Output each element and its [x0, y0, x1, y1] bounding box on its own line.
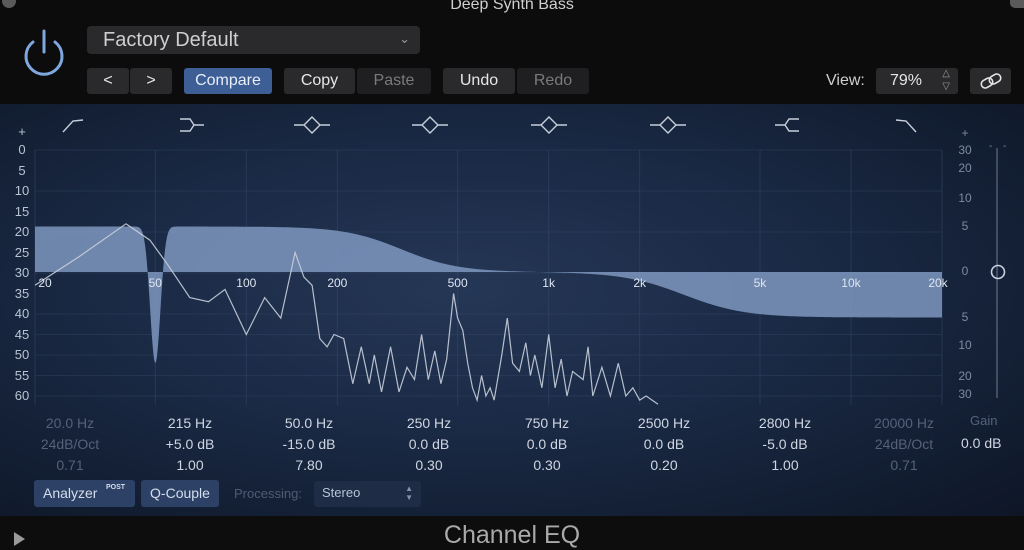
high-cut-icon[interactable]	[895, 119, 917, 133]
eq-scale-tick: 0	[961, 264, 969, 278]
band-freq[interactable]: 20000 Hz	[844, 413, 964, 434]
processing-label: Processing:	[234, 486, 302, 501]
gain-slider-knob	[990, 264, 1006, 280]
processing-select[interactable]: Stereo ▲ ▼	[314, 481, 421, 507]
eq-scale-tick: 30	[958, 143, 972, 157]
band-freq[interactable]: 20.0 Hz	[10, 413, 130, 434]
analyzer-scale-tick: 30	[14, 265, 30, 280]
analyzer-scale-tick: 55	[14, 367, 30, 383]
plugin-name: Channel EQ	[443, 521, 581, 549]
analyzer-scale-tick: 5	[18, 162, 26, 178]
high-shelf-icon[interactable]	[775, 118, 799, 132]
band-q[interactable]: 0.30	[369, 455, 489, 476]
analyzer-scale-tick: 15	[14, 203, 30, 219]
gain-label: Gain	[970, 413, 998, 428]
analyzer-scale-tick: 25	[14, 244, 30, 260]
tick-mark: -	[989, 141, 992, 152]
gain-slider[interactable]: --	[989, 141, 1006, 398]
low-cut-icon[interactable]	[62, 119, 84, 133]
band-freq[interactable]: 50.0 Hz	[249, 413, 369, 434]
tick-mark: -	[1003, 141, 1006, 152]
frequency-tick: 10k	[841, 276, 861, 290]
analyzer-scale-tick: 60	[14, 388, 30, 403]
analyzer-scale-tick: 20	[14, 224, 30, 239]
band-freq[interactable]: 2500 Hz	[604, 413, 724, 434]
analyzer-button[interactable]: Analyzer POST	[34, 480, 135, 507]
q-couple-button[interactable]: Q-Couple	[141, 480, 219, 507]
low-shelf-icon[interactable]	[180, 118, 204, 132]
frequency-tick: 50	[148, 276, 162, 290]
band-q[interactable]: 0.71	[844, 455, 964, 476]
band-gain[interactable]: 0.0 dB	[369, 434, 489, 455]
eq-scale-tick: 5	[961, 219, 969, 233]
bell-icon[interactable]	[531, 116, 567, 134]
eq-scale-tick: 20	[958, 161, 972, 175]
analyzer-scale-tick: 35	[14, 285, 30, 301]
band-q[interactable]: 1.00	[130, 455, 250, 476]
band-5-params: 750 Hz 0.0 dB 0.30	[487, 413, 607, 476]
eq-scale-tick: 30	[958, 387, 972, 401]
frequency-tick: 5k	[753, 276, 767, 290]
eq-scale-tick: 5	[961, 310, 969, 324]
stepper-icon: ▲ ▼	[405, 484, 413, 502]
band-freq[interactable]: 2800 Hz	[725, 413, 845, 434]
band-gain[interactable]: 24dB/Oct	[10, 434, 130, 455]
band-6-params: 2500 Hz 0.0 dB 0.20	[604, 413, 724, 476]
analyzer-scale-tick: 40	[14, 306, 30, 321]
frequency-tick: 100	[236, 276, 257, 290]
eq-scale-tick: 10	[958, 191, 972, 205]
band-gain[interactable]: 0.0 dB	[604, 434, 724, 455]
band-7-params: 2800 Hz -5.0 dB 1.00	[725, 413, 845, 476]
gain-value[interactable]: 0.0 dB	[961, 435, 1001, 451]
band-4-params: 250 Hz 0.0 dB 0.30	[369, 413, 489, 476]
frequency-tick: 500	[447, 276, 468, 290]
analyzer-scale-tick: 10	[14, 183, 30, 198]
band-freq[interactable]: 215 Hz	[130, 413, 250, 434]
eq-scale-tick: 10	[958, 338, 972, 352]
plugin-footer: Channel EQ	[0, 516, 1024, 550]
band-2-params: 215 Hz +5.0 dB 1.00	[130, 413, 250, 476]
band-type-icons	[62, 116, 917, 134]
band-q[interactable]: 0.30	[487, 455, 607, 476]
band-freq[interactable]: 250 Hz	[369, 413, 489, 434]
band-q[interactable]: 7.80	[249, 455, 369, 476]
zoom-in-icon[interactable]: +	[12, 124, 32, 139]
band-q[interactable]: 0.20	[604, 455, 724, 476]
bell-icon[interactable]	[650, 116, 686, 134]
analyzer-scale-tick: 0	[18, 142, 26, 157]
band-gain[interactable]: -5.0 dB	[725, 434, 845, 455]
analyzer-post-badge: POST	[106, 484, 126, 491]
band-q[interactable]: 0.71	[10, 455, 130, 476]
eq-scale-tick: 20	[958, 369, 972, 383]
band-gain[interactable]: 0.0 dB	[487, 434, 607, 455]
bell-icon[interactable]	[294, 116, 330, 134]
zoom-in-icon[interactable]: +	[950, 126, 980, 140]
frequency-tick: 20k	[928, 276, 948, 290]
band-gain[interactable]: +5.0 dB	[130, 434, 250, 455]
eq-curve-fill	[35, 226, 942, 363]
band-3-params: 50.0 Hz -15.0 dB 7.80	[249, 413, 369, 476]
band-1-params: 20.0 Hz 24dB/Oct 0.71	[10, 413, 130, 476]
band-freq[interactable]: 750 Hz	[487, 413, 607, 434]
band-q[interactable]: 1.00	[725, 455, 845, 476]
band-8-params: 20000 Hz 24dB/Oct 0.71	[844, 413, 964, 476]
analyzer-scale-tick: 45	[14, 326, 30, 342]
analyzer-scale-tick: 50	[14, 347, 30, 362]
analyzer-label: Analyzer	[43, 485, 98, 501]
frequency-tick: 200	[327, 276, 348, 290]
frequency-tick: 20	[38, 276, 52, 290]
band-gain[interactable]: 24dB/Oct	[844, 434, 964, 455]
frequency-tick: 2k	[633, 276, 646, 290]
bell-icon[interactable]	[412, 116, 448, 134]
band-gain[interactable]: -15.0 dB	[249, 434, 369, 455]
frequency-tick: 1k	[542, 276, 555, 290]
processing-value: Stereo	[322, 485, 361, 500]
